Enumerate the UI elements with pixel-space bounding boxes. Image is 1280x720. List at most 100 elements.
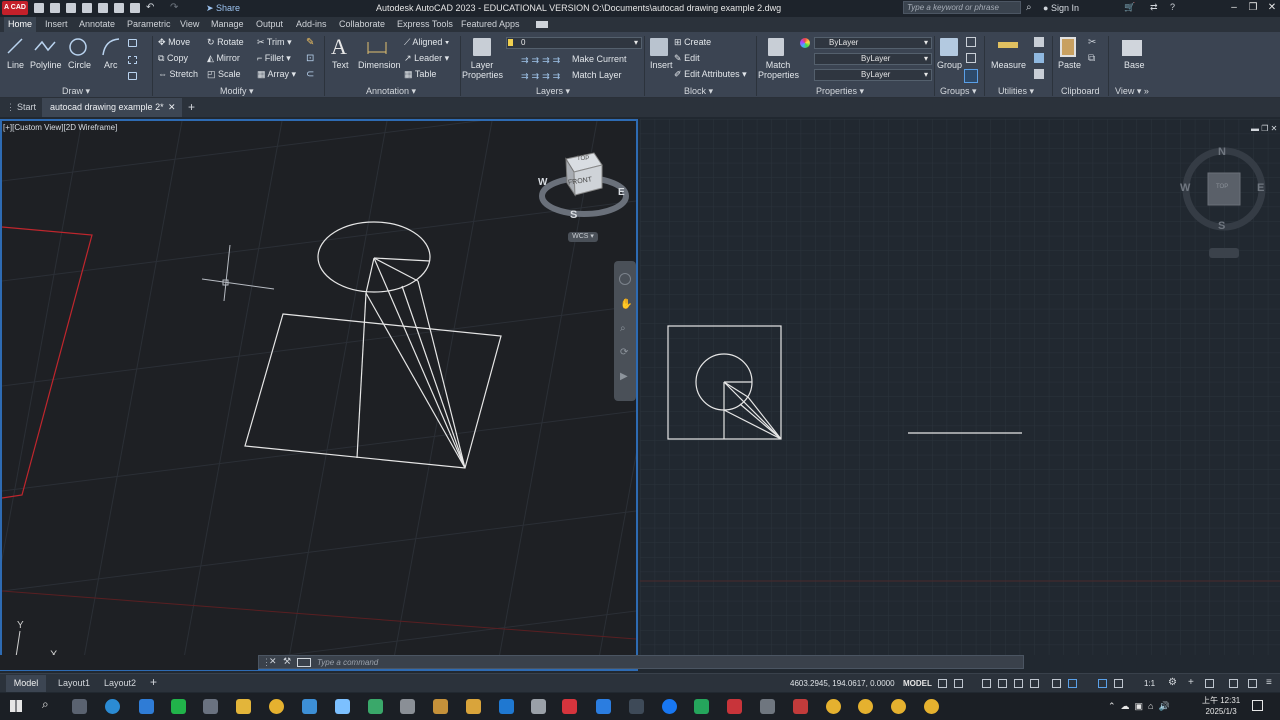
tab-layout2[interactable]: Layout2 [104, 678, 136, 688]
polar-toggle-icon[interactable] [998, 679, 1007, 688]
annotation-visibility-icon[interactable] [1098, 679, 1107, 688]
search-input[interactable]: Type a keyword or phrase [903, 1, 1021, 14]
offset-icon[interactable]: ⊂ [306, 69, 314, 80]
move-button[interactable]: ✥ Move [158, 37, 190, 48]
properties-panel-title[interactable]: Properties ▾ [816, 86, 864, 97]
new-file-icon[interactable] [34, 3, 44, 13]
undo-icon[interactable]: ↶ [146, 2, 154, 13]
copy-button[interactable]: ⧉ Copy [158, 53, 188, 64]
select-all-icon[interactable] [1034, 53, 1044, 63]
layer-dropdown[interactable]: 0 ▾ [506, 37, 642, 49]
model-space-button[interactable]: MODEL [903, 679, 932, 688]
app-icon-3[interactable] [368, 699, 383, 714]
rotate-button[interactable]: ↻ Rotate [207, 37, 244, 48]
search-taskbar-icon[interactable]: ⌕ [42, 697, 49, 712]
file-explorer-icon[interactable] [236, 699, 251, 714]
selection-cycling-icon[interactable] [1068, 679, 1077, 688]
share-button[interactable]: ➤ Share [206, 3, 240, 14]
close-button[interactable]: ✕ [1264, 2, 1280, 14]
clean-screen-icon[interactable] [1248, 679, 1257, 688]
annotation-panel-title[interactable]: Annotation ▾ [366, 86, 416, 97]
linetype-dropdown[interactable]: ByLayer ▾ [814, 69, 932, 81]
tab-parametric[interactable]: Parametric [127, 19, 171, 29]
match-properties-button[interactable]: Match Properties [758, 60, 799, 80]
layer-tools-icons[interactable]: ⇉⇉⇉⇉ [521, 55, 563, 66]
navigation-bar[interactable]: ✋ ⌕ ⟳ ▶ [614, 261, 636, 401]
group-button[interactable]: Group [937, 60, 962, 70]
annotation-scale[interactable]: 1:1 [1144, 679, 1155, 688]
measure-button[interactable]: Measure [991, 60, 1026, 70]
cart-icon[interactable]: 🛒 [1124, 2, 1135, 13]
right-compass-w[interactable]: W [1180, 182, 1190, 194]
store-icon[interactable] [203, 699, 218, 714]
match-layer-button[interactable]: Match Layer [572, 70, 622, 80]
chrome-icon-2[interactable] [826, 699, 841, 714]
right-compass-s[interactable]: S [1218, 220, 1225, 232]
close-command-icon[interactable]: ✕ [269, 656, 277, 667]
layer-properties-button[interactable]: Layer Properties [462, 60, 503, 80]
autocad-logo[interactable]: A CAD [2, 1, 28, 15]
save-web-icon[interactable] [114, 3, 124, 13]
right-viewport[interactable]: N S E W TOP ▬ ❐ ✕ [640, 119, 1280, 655]
line-button[interactable]: Line [7, 60, 24, 70]
app-icon-1[interactable] [302, 699, 317, 714]
compass-w[interactable]: W [538, 177, 547, 188]
pan-icon[interactable]: ✋ [620, 299, 632, 310]
isolate-icon[interactable] [1205, 679, 1214, 688]
group-select-icon[interactable] [964, 69, 978, 83]
drawing-line[interactable] [356, 292, 367, 459]
grid-toggle-icon[interactable] [938, 679, 947, 688]
app-icon-12[interactable] [760, 699, 775, 714]
arc-button[interactable]: Arc [104, 60, 118, 70]
tab-output[interactable]: Output [256, 19, 283, 29]
edit-block-button[interactable]: ✎ Edit [674, 53, 700, 64]
compass-e[interactable]: E [618, 187, 625, 198]
isodraft-icon[interactable] [1014, 679, 1023, 688]
layer-tools-icons-2[interactable]: ⇉⇉⇉⇉ [521, 71, 563, 82]
redo-icon[interactable]: ↷ [170, 2, 178, 13]
compass-s[interactable]: S [570, 209, 577, 221]
app-icon-2[interactable] [335, 699, 350, 714]
plot-icon[interactable] [130, 3, 140, 13]
tab-featured-apps[interactable]: Featured Apps [461, 19, 520, 29]
save-as-icon[interactable] [82, 3, 92, 13]
windows-start-icon[interactable] [10, 700, 22, 712]
app-icon-6[interactable] [466, 699, 481, 714]
app-icon-8[interactable] [531, 699, 546, 714]
modify-panel-title[interactable]: Modify ▾ [220, 86, 254, 97]
viewcube-top-label[interactable]: TOP [577, 156, 589, 162]
make-current-button[interactable]: Make Current [572, 54, 627, 64]
layers-panel-title[interactable]: Layers ▾ [536, 86, 570, 97]
cut-icon[interactable]: ✂ [1088, 37, 1096, 48]
tab-home[interactable]: Home [4, 17, 37, 32]
active-document-tab[interactable]: autocad drawing example 2* ✕ [42, 98, 182, 117]
viewport-controls-label[interactable]: [+][Custom View][2D Wireframe] [3, 123, 117, 132]
open-file-icon[interactable] [50, 3, 60, 13]
minimize-button[interactable]: – [1226, 2, 1242, 14]
copy-clip-icon[interactable]: ⧉ [1088, 53, 1095, 64]
draw-panel-title[interactable]: Draw ▾ [62, 86, 90, 97]
calculator-icon[interactable] [1034, 69, 1044, 79]
groups-panel-title[interactable]: Groups ▾ [940, 86, 977, 97]
maximize-button[interactable]: ❐ [1245, 2, 1261, 14]
add-icon[interactable]: + [1188, 677, 1194, 688]
chrome-icon[interactable] [269, 699, 284, 714]
right-viewcube-top-label[interactable]: TOP [1216, 184, 1228, 190]
system-tray-icons[interactable]: ⌃☁▣⌂🔊 [1108, 701, 1175, 712]
tab-menu-icon[interactable]: ⋮ [6, 102, 15, 113]
text-button[interactable]: Text [332, 60, 349, 70]
mail-icon[interactable] [139, 699, 154, 714]
clipboard-panel-title[interactable]: Clipboard [1061, 86, 1100, 96]
coordinates-readout[interactable]: 4603.2945, 194.0617, 0.0000 [790, 679, 895, 688]
steering-wheel-icon[interactable] [619, 273, 631, 285]
base-button[interactable]: Base [1124, 60, 1145, 70]
create-block-button[interactable]: ⊞ Create [674, 37, 711, 48]
boundary-icon[interactable] [128, 72, 137, 80]
osnap-icon[interactable] [1052, 679, 1061, 688]
chrome-icon-5[interactable] [924, 699, 939, 714]
start-tab[interactable]: Start [17, 102, 36, 112]
workspace-icon[interactable] [536, 21, 548, 28]
facebook-icon[interactable] [662, 699, 677, 714]
viewport-window-controls[interactable]: ▬ ❐ ✕ [1251, 124, 1277, 133]
tab-express-tools[interactable]: Express Tools [397, 19, 453, 29]
